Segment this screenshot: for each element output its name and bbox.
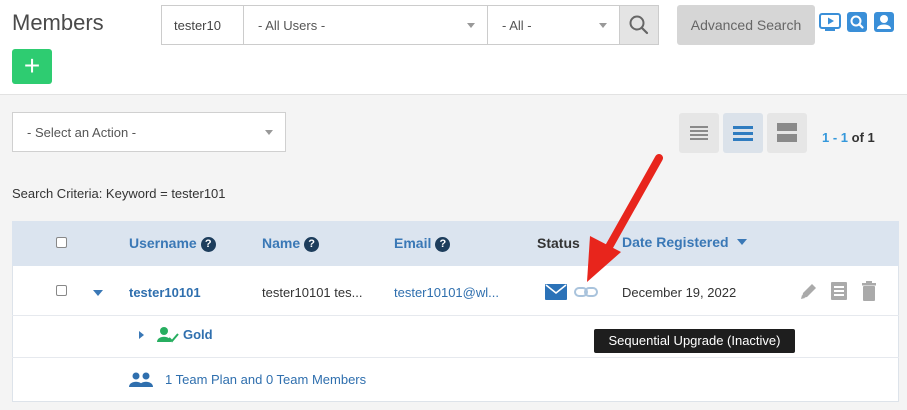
video-tutorial-icon[interactable] [819, 11, 841, 33]
page-of-label: of [848, 130, 868, 145]
status-tooltip: Sequential Upgrade (Inactive) [594, 329, 795, 353]
chevron-down-icon [265, 130, 273, 135]
help-icon[interactable]: ? [435, 237, 451, 252]
list-icon [733, 126, 753, 141]
name-column-header[interactable]: Name? [262, 235, 320, 252]
search-criteria: Search Criteria: Keyword = tester101 [12, 186, 226, 201]
level-expand-chevron-icon[interactable] [139, 331, 144, 339]
search-icon [629, 15, 649, 35]
username-header-label: Username [129, 235, 197, 251]
page-end[interactable]: 1 [841, 130, 848, 145]
edit-pencil-icon[interactable] [799, 281, 819, 301]
email-column-header[interactable]: Email? [394, 235, 451, 252]
compact-view-button[interactable] [679, 113, 719, 153]
expanded-view-button[interactable] [767, 113, 807, 153]
bulk-action-select[interactable]: - Select an Action - [12, 112, 286, 152]
membership-level-link[interactable]: Gold [183, 327, 213, 342]
expanded-list-icon [777, 123, 797, 142]
pagination: 1 - 1 of 1 [822, 130, 875, 145]
status-filter-select[interactable]: - All - [487, 5, 620, 45]
select-all-checkbox[interactable] [56, 237, 67, 248]
chevron-down-icon [599, 23, 607, 28]
row-select-checkbox[interactable] [56, 285, 67, 296]
trash-icon[interactable] [859, 281, 879, 301]
page-separator: - [829, 130, 841, 145]
sort-desc-icon [736, 239, 747, 245]
team-users-icon [129, 372, 153, 387]
status-filter-value: - All - [502, 18, 532, 33]
email-header-label: Email [394, 235, 432, 251]
row-divider [12, 315, 899, 316]
member-name: tester10101 tes... [262, 285, 363, 300]
help-icon[interactable]: ? [200, 237, 216, 252]
red-annotation-arrow [587, 154, 663, 282]
row-divider [12, 357, 899, 358]
team-plan-link[interactable]: 1 Team Plan and 0 Team Members [165, 372, 366, 387]
member-profile-icon[interactable] [873, 11, 895, 33]
keyword-search-input[interactable]: tester10 [161, 5, 243, 45]
search-button[interactable] [619, 5, 659, 45]
list-view-button[interactable] [723, 113, 763, 153]
active-level-user-icon [157, 327, 179, 343]
username-link[interactable]: tester10101 [129, 285, 201, 300]
compact-list-icon [690, 126, 708, 140]
username-column-header[interactable]: Username? [129, 235, 216, 252]
chevron-down-icon [467, 23, 475, 28]
sequential-upgrade-link-icon[interactable] [573, 284, 599, 300]
search-help-icon[interactable] [846, 11, 868, 33]
name-header-label: Name [262, 235, 301, 251]
registration-date: December 19, 2022 [622, 285, 737, 300]
page-total: 1 [867, 130, 875, 145]
row-expand-chevron-icon[interactable] [93, 290, 103, 296]
user-filter-value: - All Users - [258, 18, 326, 33]
page-title: Members [12, 10, 104, 35]
help-icon[interactable]: ? [304, 237, 320, 252]
advanced-search-button[interactable]: Advanced Search [677, 5, 815, 45]
notes-icon[interactable] [829, 281, 849, 301]
bulk-action-value: - Select an Action - [27, 125, 137, 140]
status-column-header: Status [537, 235, 580, 251]
email-link[interactable]: tester10101@wl... [394, 285, 499, 300]
email-status-icon[interactable] [545, 284, 567, 300]
add-member-button[interactable]: + [12, 49, 52, 84]
user-filter-select[interactable]: - All Users - [243, 5, 488, 45]
